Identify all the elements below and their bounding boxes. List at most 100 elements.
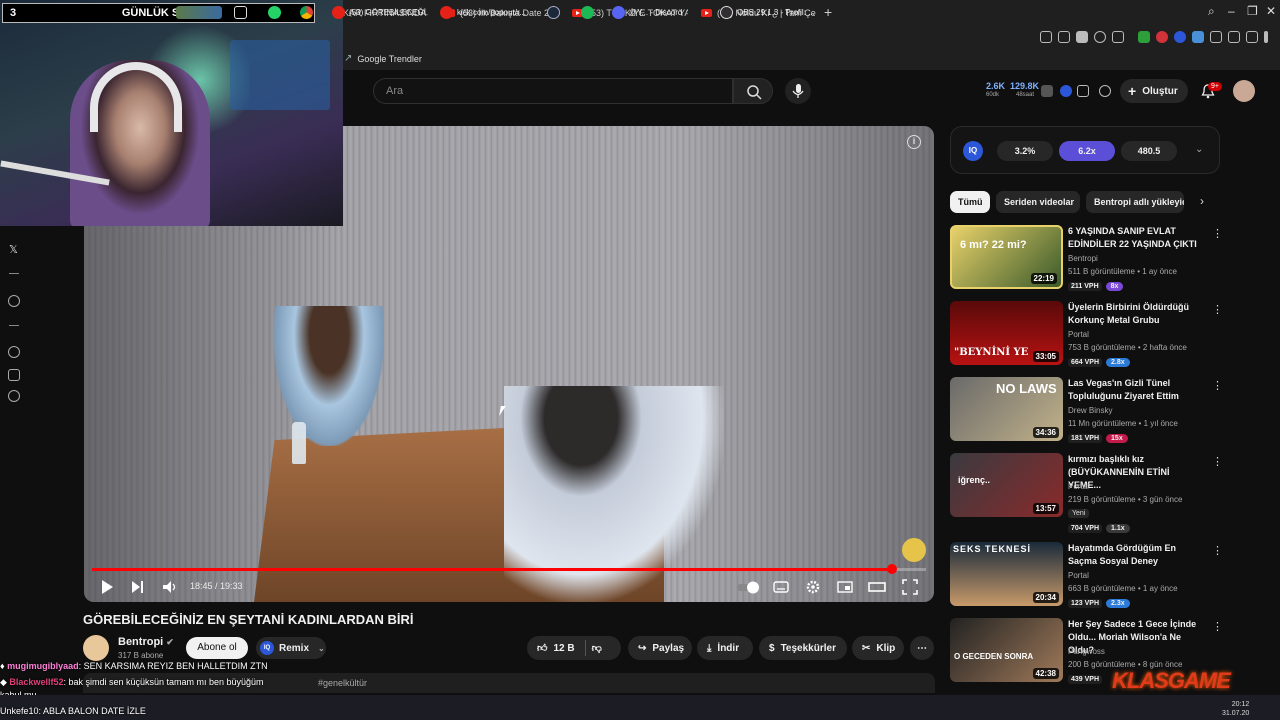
search-input[interactable]: Ara	[373, 78, 733, 104]
next-icon[interactable]	[129, 578, 147, 596]
like-icon[interactable]: 👍︎	[537, 642, 547, 654]
channel-name[interactable]: Bentropi ✔	[118, 636, 174, 648]
more-options-icon[interactable]: ⋮	[1212, 455, 1223, 468]
play-circle-icon[interactable]	[8, 295, 20, 307]
taskbar-thumbnail[interactable]	[176, 3, 224, 22]
steam-icon[interactable]	[547, 3, 560, 22]
progress-bar[interactable]	[92, 564, 926, 574]
more-options-icon[interactable]: ⋮	[1212, 303, 1223, 316]
dislike-icon[interactable]: 👎︎	[592, 642, 602, 654]
thanks-button[interactable]: $ Teşekkürler	[759, 636, 847, 660]
task-view-icon[interactable]	[234, 3, 247, 22]
search-tabs-icon[interactable]: ⌕	[1208, 4, 1215, 19]
video-title[interactable]: 6 YAŞINDA SANIP EVLAT EDİNDİLER 22 YAŞIN…	[1068, 225, 1204, 251]
cast-icon[interactable]	[1099, 85, 1111, 97]
video-thumbnail[interactable]: NO LAWS 34:36	[950, 377, 1063, 441]
chip-uploader[interactable]: Bentropi adlı yükleyic	[1086, 191, 1184, 213]
recommended-video[interactable]: 6 mı? 22 mi? 22:19 6 YAŞINDA SANIP EVLAT…	[950, 225, 1223, 291]
taskbar-item[interactable]: OBS 29.1.3 - Profil: ...	[720, 3, 816, 22]
shield-icon[interactable]	[1076, 31, 1088, 43]
video-title[interactable]: Üyelerin Birbirini Öldürdüğü Korkunç Met…	[1068, 301, 1204, 327]
iq-icon[interactable]	[1060, 85, 1072, 97]
chevron-down-icon[interactable]: ⌄	[1195, 144, 1203, 155]
new-tab-button[interactable]: +	[824, 4, 832, 20]
like-count[interactable]: 12 B	[553, 643, 574, 654]
channel-name[interactable]: Pangwoss	[1068, 647, 1105, 656]
channel-name[interactable]: Drew Binsky	[1068, 406, 1112, 415]
channel-name[interactable]: Portal	[1068, 571, 1089, 580]
maximize-icon[interactable]: ❐	[1247, 4, 1258, 18]
video-thumbnail[interactable]: iğrenç.. 13:57	[950, 453, 1063, 517]
taskbar-item[interactable]: kick.com/popout/r...	[440, 3, 536, 22]
spotify-icon[interactable]	[581, 3, 594, 22]
video-thumbnail[interactable]: "BEYNİNİ YE 33:05	[950, 301, 1063, 365]
video-title[interactable]: Las Vegas'ın Gizli Tünel Topluluğunu Ziy…	[1068, 377, 1204, 403]
chip-series[interactable]: Seriden videolar	[996, 191, 1080, 213]
extension-icon[interactable]	[1174, 31, 1186, 43]
more-options-icon[interactable]: ⋮	[1212, 227, 1223, 240]
clip-button[interactable]: ✂ Klip	[852, 636, 904, 660]
clock-icon[interactable]	[8, 346, 20, 358]
pin-icon[interactable]	[1040, 31, 1052, 43]
taskbar-item[interactable]: @Y... - Discord	[612, 3, 708, 22]
extension-icon[interactable]	[1138, 31, 1150, 43]
recommended-video[interactable]: iğrenç.. 13:57 kırmızı başlıklı kız (BÜY…	[950, 453, 1223, 533]
subtitles-icon[interactable]	[772, 578, 790, 596]
gear-icon[interactable]	[8, 390, 20, 402]
share-button[interactable]: ↪ Paylaş	[628, 636, 692, 660]
download-button[interactable]: ⤓ İndir	[697, 636, 753, 660]
play-ext-icon[interactable]	[1094, 31, 1106, 43]
volume-icon[interactable]	[161, 578, 179, 596]
channel-avatar[interactable]	[83, 635, 109, 661]
extension-icon[interactable]	[1156, 31, 1168, 43]
whatsapp-icon[interactable]	[268, 3, 281, 22]
bookmark-item[interactable]: ↗ Google Trendler	[344, 53, 422, 64]
play-icon[interactable]	[98, 578, 116, 596]
menu-icon[interactable]	[1264, 31, 1268, 43]
voice-search-button[interactable]	[785, 78, 811, 104]
subscribe-button[interactable]: Abone ol	[186, 637, 248, 659]
chip-all[interactable]: Tümü	[950, 191, 990, 213]
channel-name[interactable]: Bentropi	[1068, 254, 1098, 263]
autoplay-toggle[interactable]	[736, 578, 762, 596]
progress-knob[interactable]	[886, 564, 897, 574]
heart-icon[interactable]	[1112, 31, 1124, 43]
search-button[interactable]	[733, 78, 773, 104]
taskbar-item[interactable]: (53) GÖREBİLECEĞİ...	[332, 3, 428, 22]
more-options-icon[interactable]: ⋮	[1212, 379, 1223, 392]
chrome-icon[interactable]	[300, 3, 313, 22]
account-avatar[interactable]	[1233, 80, 1255, 102]
channel-name[interactable]: Portal	[1068, 482, 1089, 491]
fullscreen-icon[interactable]	[901, 578, 919, 596]
close-icon[interactable]: ✕	[1266, 4, 1276, 18]
puzzle-icon[interactable]	[8, 369, 20, 381]
miniplayer-icon[interactable]	[836, 578, 854, 596]
channel-name[interactable]: Portal	[1068, 330, 1089, 339]
screenshot-icon[interactable]	[1058, 31, 1070, 43]
recommended-video[interactable]: SEKS TEKNESİ 20:34 Hayatımda Gördüğüm En…	[950, 542, 1223, 608]
puzzle-icon[interactable]	[1210, 31, 1222, 43]
video-title[interactable]: Hayatımda Gördüğüm En Saçma Sosyal Deney	[1068, 542, 1204, 568]
extension-icon[interactable]	[1192, 31, 1204, 43]
recommended-video[interactable]: NO LAWS 34:36 Las Vegas'ın Gizli Tünel T…	[950, 377, 1223, 443]
create-button[interactable]: + Oluştur	[1120, 79, 1188, 103]
recommended-video[interactable]: "BEYNİNİ YE 33:05 Üyelerin Birbirini Öld…	[950, 301, 1223, 367]
list-icon[interactable]	[1077, 85, 1089, 97]
video-thumbnail[interactable]: O GECEDEN SONRA 42:38	[950, 618, 1063, 682]
x-icon[interactable]: 𝕏	[9, 243, 18, 256]
more-actions-button[interactable]: ⋯	[910, 636, 934, 660]
system-clock[interactable]: 20:12 31.07.20	[1222, 700, 1249, 718]
chevron-right-icon[interactable]: ›	[1200, 194, 1204, 208]
info-icon[interactable]: i	[907, 135, 921, 149]
remix-button[interactable]: IQ Remix ⌄	[256, 637, 326, 659]
more-options-icon[interactable]: ⋮	[1212, 620, 1223, 633]
download-icon[interactable]	[1228, 31, 1240, 43]
video-thumbnail[interactable]: SEKS TEKNESİ 20:34	[950, 542, 1063, 606]
minimize-icon[interactable]: –	[1228, 4, 1235, 18]
download-icon[interactable]	[1246, 31, 1258, 43]
video-thumbnail[interactable]: 6 mı? 22 mi? 22:19	[950, 225, 1063, 289]
more-options-icon[interactable]: ⋮	[1212, 544, 1223, 557]
stats-icon[interactable]	[1041, 85, 1053, 97]
settings-icon[interactable]	[804, 578, 822, 596]
theater-icon[interactable]	[868, 578, 886, 596]
